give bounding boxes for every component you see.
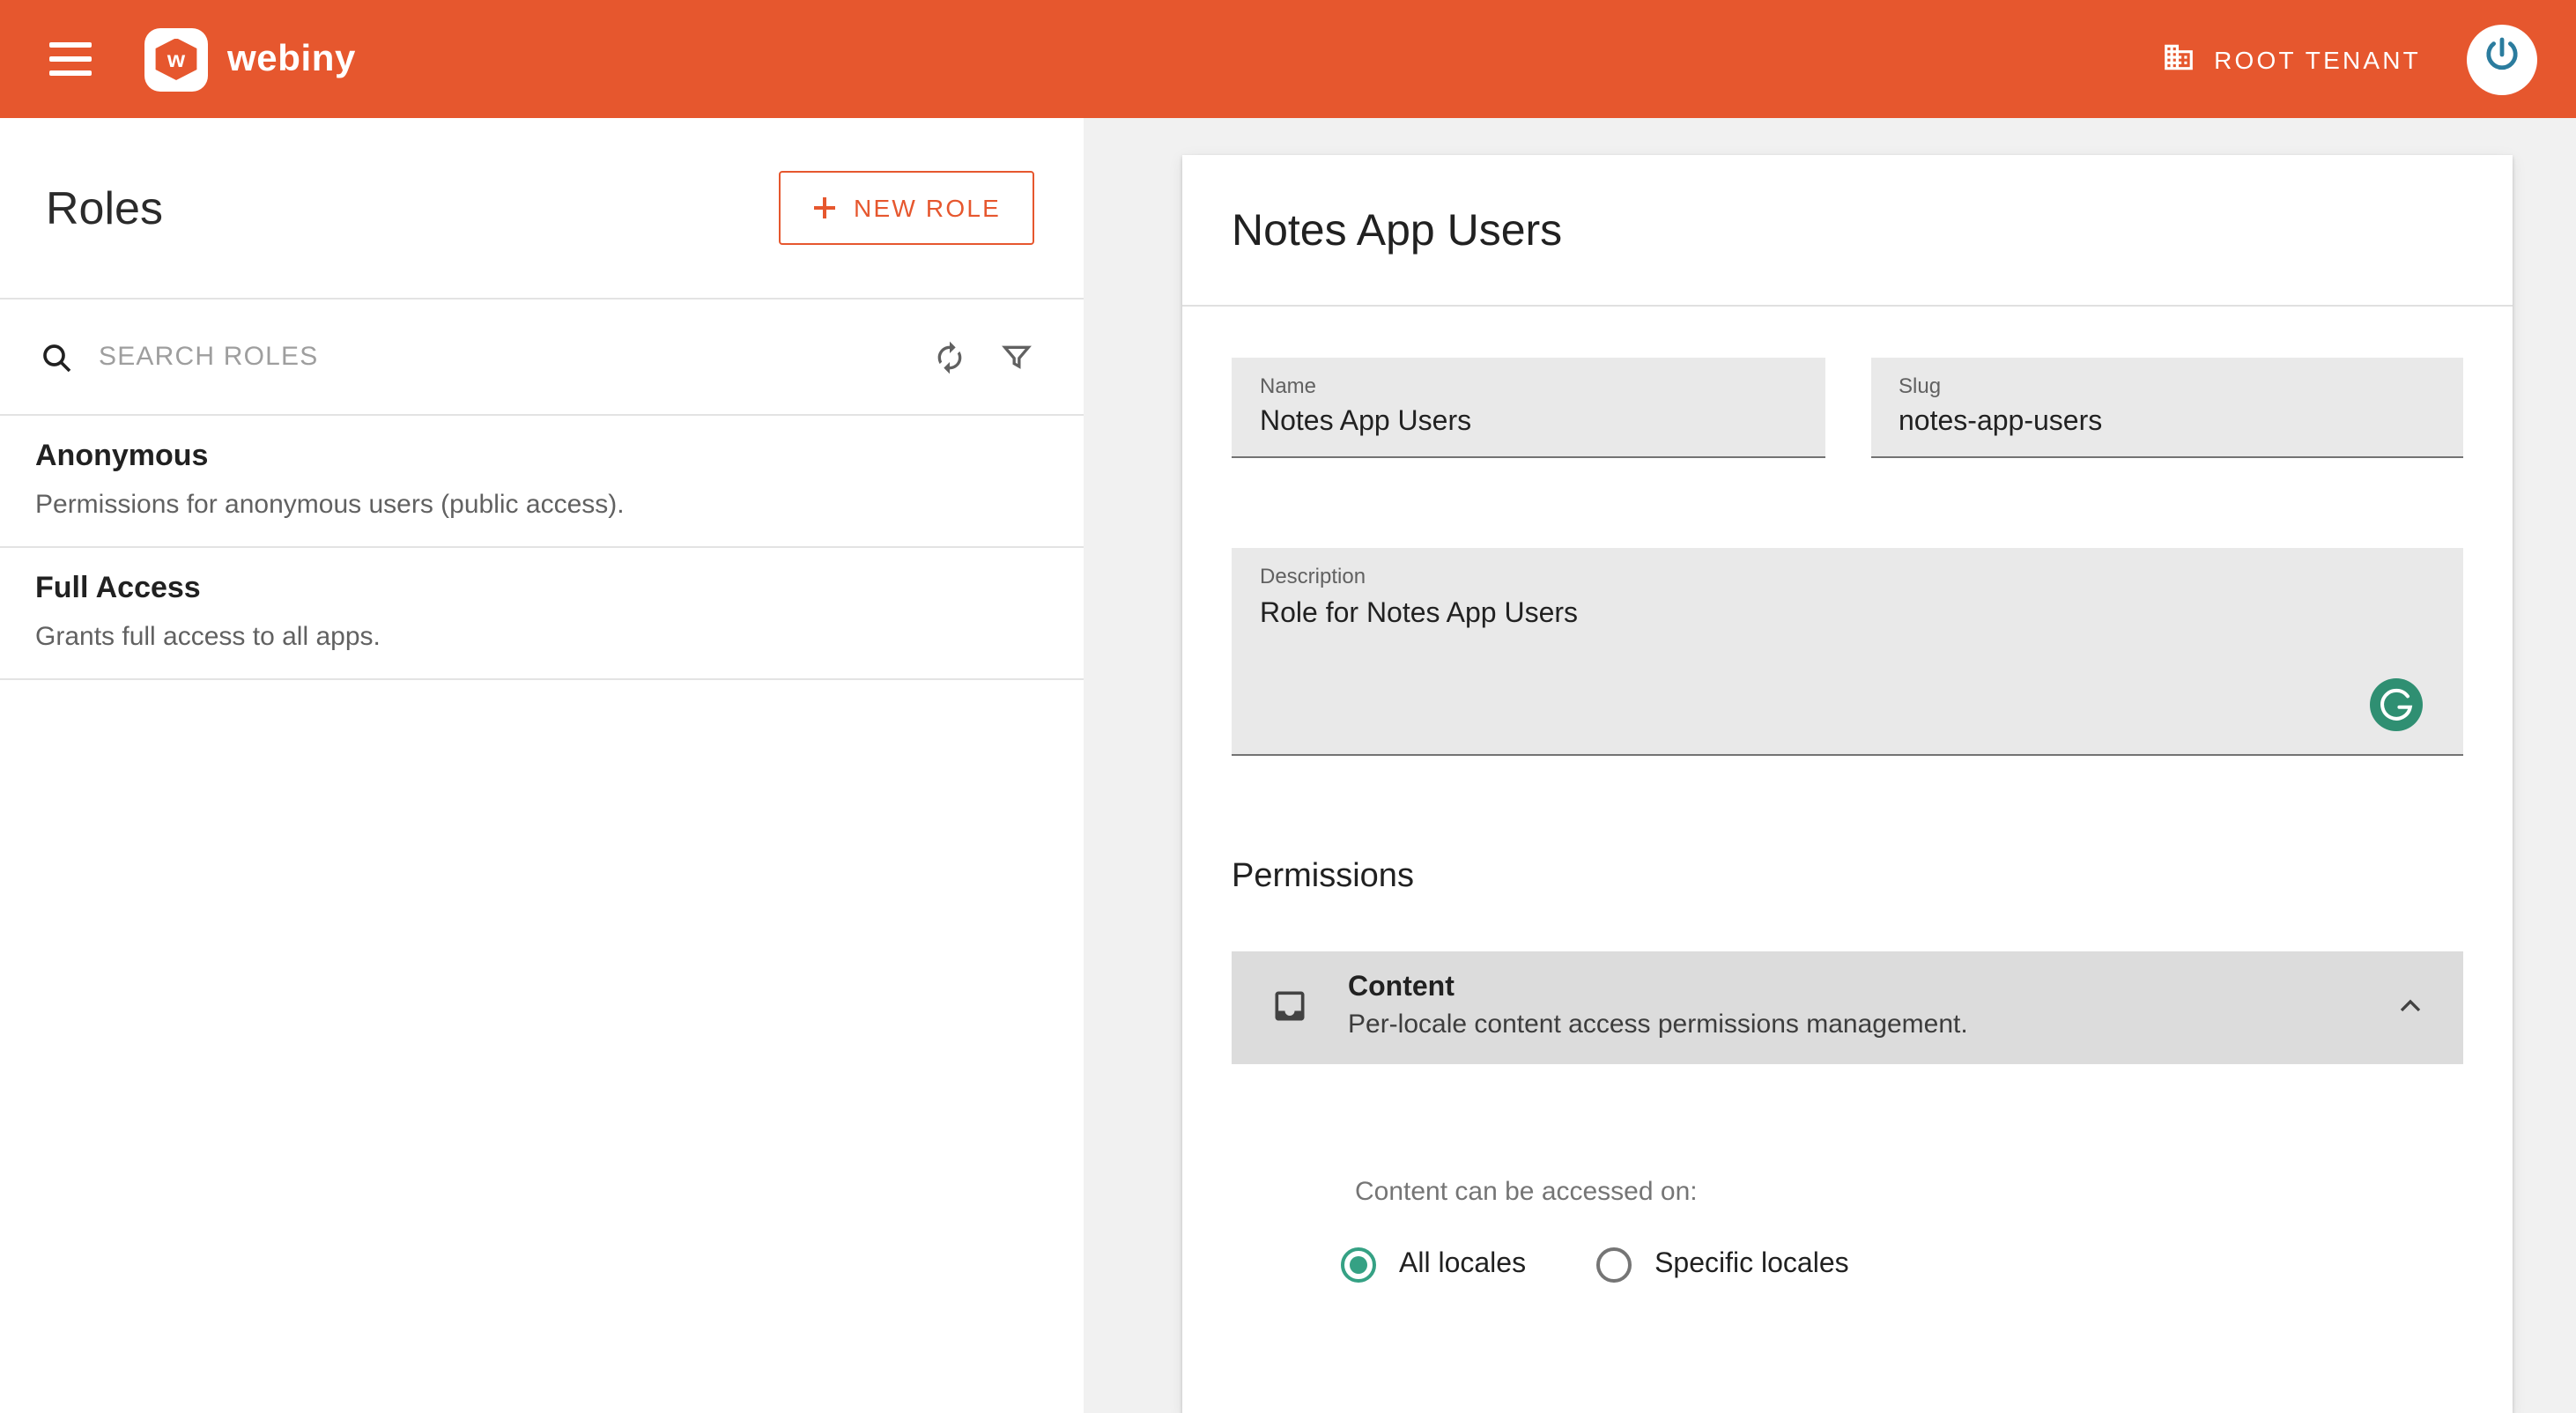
- roles-search-bar: [0, 300, 1084, 416]
- roles-panel: Roles NEW ROLE: [0, 118, 1084, 1413]
- chevron-up-icon[interactable]: [2382, 978, 2439, 1034]
- main-layout: Roles NEW ROLE: [0, 118, 2576, 1413]
- tenant-label: ROOT TENANT: [2214, 45, 2421, 73]
- name-input[interactable]: [1260, 407, 1796, 439]
- webiny-admin-app: w webiny ROOT TENANT Roles: [0, 0, 2576, 1413]
- name-field-label: Name: [1260, 374, 1796, 398]
- topbar: w webiny ROOT TENANT: [0, 0, 2576, 118]
- radio-label: All locales: [1399, 1249, 1526, 1281]
- slug-field-label: Slug: [1899, 374, 2435, 398]
- new-role-button[interactable]: NEW ROLE: [778, 171, 1034, 245]
- grammarly-badge-icon[interactable]: [2370, 678, 2423, 731]
- description-textarea[interactable]: Role for Notes App Users: [1260, 599, 2435, 722]
- list-item-full-access[interactable]: Full Access Grants full access to all ap…: [0, 548, 1084, 680]
- accordion-title: Content: [1348, 973, 2343, 1004]
- slug-input[interactable]: [1899, 407, 2435, 439]
- power-icon: [2481, 33, 2523, 85]
- content-permissions-accordion: Content Per-locale content access permis…: [1232, 951, 2463, 1413]
- permissions-heading: Permissions: [1232, 858, 2463, 897]
- accordion-subtitle: Per-locale content access permissions ma…: [1348, 1010, 2343, 1039]
- name-slug-row: Name Slug: [1232, 358, 2463, 458]
- tenant-selector[interactable]: ROOT TENANT: [2161, 40, 2421, 78]
- radio-selected-icon[interactable]: [1341, 1247, 1376, 1283]
- refresh-icon[interactable]: [922, 329, 978, 385]
- locales-question: Content can be accessed on:: [1355, 1177, 2393, 1207]
- radio-label: Specific locales: [1654, 1249, 1849, 1281]
- building-icon: [2161, 40, 2195, 78]
- list-item-anonymous[interactable]: Anonymous Permissions for anonymous user…: [0, 416, 1084, 548]
- title-divider: [1182, 305, 2513, 307]
- radio-specific-locales[interactable]: Specific locales: [1596, 1247, 1849, 1283]
- plus-icon: [811, 196, 836, 220]
- description-field-label: Description: [1260, 564, 2435, 588]
- description-field[interactable]: Description Role for Notes App Users: [1232, 548, 2463, 756]
- accordion-body: Content can be accessed on: All locales …: [1232, 1064, 2463, 1413]
- role-name: Anonymous: [35, 439, 1038, 474]
- new-role-label: NEW ROLE: [854, 194, 1001, 222]
- radio-all-locales[interactable]: All locales: [1341, 1247, 1526, 1283]
- slug-field[interactable]: Slug: [1870, 358, 2463, 458]
- role-form-title: Notes App Users: [1182, 155, 2513, 305]
- accordion-header-content[interactable]: Content Per-locale content access permis…: [1232, 951, 2463, 1064]
- user-avatar[interactable]: [2467, 24, 2537, 94]
- webiny-hexagon-icon: w: [153, 38, 199, 80]
- accordion-titles: Content Per-locale content access permis…: [1348, 973, 2343, 1039]
- role-description: Grants full access to all apps.: [35, 622, 1038, 652]
- radio-unselected-icon[interactable]: [1596, 1247, 1632, 1283]
- menu-icon[interactable]: [49, 42, 92, 76]
- brand-wordmark: webiny: [227, 38, 356, 80]
- role-form-card: Notes App Users Name Slug Description Ro…: [1182, 155, 2513, 1413]
- inbox-icon: [1270, 987, 1309, 1025]
- role-description: Permissions for anonymous users (public …: [35, 490, 1038, 520]
- search-icon: [28, 329, 85, 385]
- webiny-logo-icon[interactable]: w: [144, 27, 208, 91]
- role-detail-panel: Notes App Users Name Slug Description Ro…: [1084, 118, 2576, 1413]
- topbar-right: ROOT TENANT: [2161, 24, 2537, 94]
- search-input[interactable]: [95, 340, 911, 374]
- locales-radio-group: All locales Specific locales: [1341, 1247, 2393, 1283]
- filter-icon[interactable]: [988, 329, 1045, 385]
- page-title: Roles: [46, 181, 163, 235]
- role-name: Full Access: [35, 571, 1038, 606]
- roles-header: Roles NEW ROLE: [0, 118, 1084, 300]
- name-field[interactable]: Name: [1232, 358, 1825, 458]
